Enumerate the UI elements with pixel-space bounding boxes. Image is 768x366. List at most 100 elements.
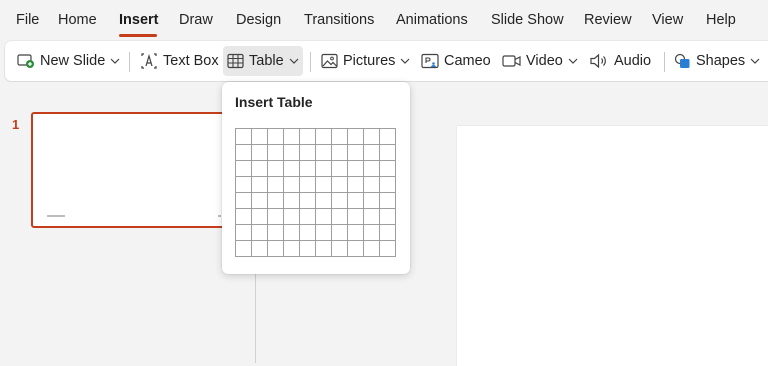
table-grid-cell[interactable] <box>364 161 380 177</box>
table-grid-cell[interactable] <box>364 193 380 209</box>
text-box-button[interactable]: Text Box <box>136 46 223 76</box>
table-grid-cell[interactable] <box>332 145 348 161</box>
table-grid-cell[interactable] <box>252 225 268 241</box>
table-grid-cell[interactable] <box>364 241 380 257</box>
table-grid-cell[interactable] <box>364 225 380 241</box>
table-grid-cell[interactable] <box>252 161 268 177</box>
table-grid-cell[interactable] <box>380 209 396 225</box>
table-grid-cell[interactable] <box>236 225 252 241</box>
table-grid-cell[interactable] <box>316 161 332 177</box>
table-grid-cell[interactable] <box>316 177 332 193</box>
cameo-button[interactable]: Cameo <box>417 46 495 76</box>
table-grid-cell[interactable] <box>236 193 252 209</box>
table-grid-cell[interactable] <box>332 177 348 193</box>
tab-animations[interactable]: Animations <box>396 12 468 28</box>
table-grid-cell[interactable] <box>284 129 300 145</box>
tab-help[interactable]: Help <box>706 12 736 28</box>
table-grid-cell[interactable] <box>252 177 268 193</box>
table-grid-cell[interactable] <box>380 129 396 145</box>
table-grid-cell[interactable] <box>300 209 316 225</box>
table-grid-cell[interactable] <box>300 177 316 193</box>
table-grid-cell[interactable] <box>316 225 332 241</box>
table-grid-cell[interactable] <box>284 225 300 241</box>
table-grid-cell[interactable] <box>380 177 396 193</box>
table-grid-cell[interactable] <box>284 145 300 161</box>
tab-slide-show[interactable]: Slide Show <box>491 12 564 28</box>
table-grid-cell[interactable] <box>332 129 348 145</box>
table-grid-cell[interactable] <box>380 241 396 257</box>
table-grid-cell[interactable] <box>284 241 300 257</box>
table-grid-cell[interactable] <box>316 129 332 145</box>
table-grid-cell[interactable] <box>268 129 284 145</box>
table-grid-cell[interactable] <box>364 145 380 161</box>
tab-home[interactable]: Home <box>58 12 97 28</box>
table-grid-cell[interactable] <box>348 241 364 257</box>
table-grid-cell[interactable] <box>268 161 284 177</box>
table-grid-cell[interactable] <box>300 225 316 241</box>
table-grid-cell[interactable] <box>348 129 364 145</box>
table-grid-cell[interactable] <box>332 209 348 225</box>
tab-file[interactable]: File <box>16 12 39 28</box>
new-slide-button[interactable]: New Slide <box>13 46 124 76</box>
tab-transitions[interactable]: Transitions <box>304 12 374 28</box>
table-grid-cell[interactable] <box>348 161 364 177</box>
table-grid-cell[interactable] <box>348 145 364 161</box>
table-grid-cell[interactable] <box>348 209 364 225</box>
table-grid-cell[interactable] <box>364 177 380 193</box>
table-grid-cell[interactable] <box>364 129 380 145</box>
tab-view[interactable]: View <box>652 12 683 28</box>
table-grid-cell[interactable] <box>348 225 364 241</box>
table-grid-cell[interactable] <box>268 241 284 257</box>
table-grid-cell[interactable] <box>236 129 252 145</box>
table-grid-cell[interactable] <box>252 145 268 161</box>
slide-canvas[interactable] <box>457 126 768 366</box>
shapes-button[interactable]: Shapes <box>670 46 764 76</box>
table-grid-cell[interactable] <box>236 161 252 177</box>
table-grid-cell[interactable] <box>236 177 252 193</box>
table-grid-cell[interactable] <box>332 193 348 209</box>
table-grid-cell[interactable] <box>268 145 284 161</box>
table-grid-cell[interactable] <box>268 225 284 241</box>
tab-review[interactable]: Review <box>584 12 632 28</box>
tab-design[interactable]: Design <box>236 12 281 28</box>
tab-insert[interactable]: Insert <box>119 12 159 28</box>
table-grid-cell[interactable] <box>236 209 252 225</box>
table-grid-cell[interactable] <box>332 161 348 177</box>
table-grid-cell[interactable] <box>316 193 332 209</box>
table-grid-cell[interactable] <box>380 193 396 209</box>
table-grid-cell[interactable] <box>284 193 300 209</box>
table-grid-cell[interactable] <box>284 177 300 193</box>
table-grid-cell[interactable] <box>300 193 316 209</box>
table-grid-cell[interactable] <box>300 161 316 177</box>
table-grid-cell[interactable] <box>380 145 396 161</box>
table-grid-cell[interactable] <box>300 241 316 257</box>
table-grid-cell[interactable] <box>268 193 284 209</box>
table-grid-cell[interactable] <box>284 209 300 225</box>
table-grid-cell[interactable] <box>236 241 252 257</box>
table-grid-cell[interactable] <box>348 193 364 209</box>
table-grid-cell[interactable] <box>316 209 332 225</box>
slide-thumbnail[interactable] <box>31 112 231 228</box>
table-grid-cell[interactable] <box>236 145 252 161</box>
table-grid-cell[interactable] <box>332 241 348 257</box>
table-grid-cell[interactable] <box>300 129 316 145</box>
tab-draw[interactable]: Draw <box>179 12 213 28</box>
table-button[interactable]: Table <box>223 46 303 76</box>
table-grid-cell[interactable] <box>380 225 396 241</box>
table-grid-cell[interactable] <box>316 145 332 161</box>
table-grid-cell[interactable] <box>380 161 396 177</box>
audio-button[interactable]: Audio <box>585 46 655 76</box>
table-grid-cell[interactable] <box>316 241 332 257</box>
table-grid-cell[interactable] <box>252 241 268 257</box>
table-grid-cell[interactable] <box>300 145 316 161</box>
table-size-grid[interactable] <box>235 128 396 257</box>
table-grid-cell[interactable] <box>252 209 268 225</box>
table-grid-cell[interactable] <box>252 193 268 209</box>
table-grid-cell[interactable] <box>364 209 380 225</box>
table-grid-cell[interactable] <box>284 161 300 177</box>
pictures-button[interactable]: Pictures <box>317 46 414 76</box>
table-grid-cell[interactable] <box>268 177 284 193</box>
table-grid-cell[interactable] <box>332 225 348 241</box>
table-grid-cell[interactable] <box>348 177 364 193</box>
table-grid-cell[interactable] <box>252 129 268 145</box>
